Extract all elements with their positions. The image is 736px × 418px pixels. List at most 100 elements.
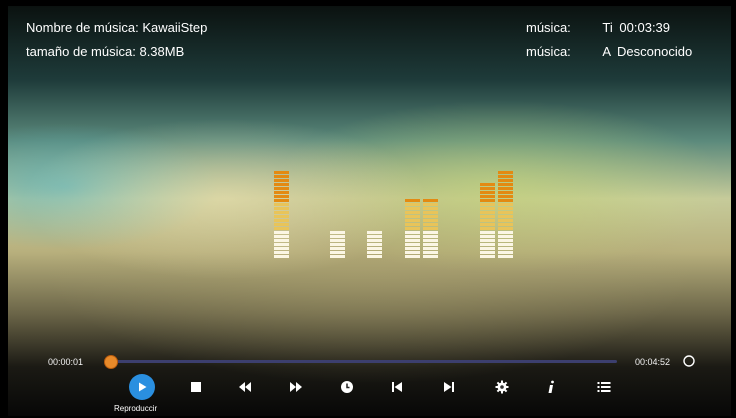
stop-button[interactable] [183, 374, 209, 400]
visualizer-segment [423, 243, 438, 246]
visualizer-segment [480, 223, 495, 226]
rewind-button[interactable] [232, 374, 258, 400]
visualizer-segment [480, 199, 495, 202]
visualizer-segment [405, 231, 420, 234]
visualizer-segment [274, 243, 289, 246]
visualizer-segment [274, 195, 289, 198]
visualizer-segment [274, 227, 289, 230]
visualizer-segment [405, 207, 420, 210]
track-name-value: KawaiiStep [142, 20, 208, 35]
progress-track[interactable] [112, 360, 617, 363]
visualizer-segment [274, 207, 289, 210]
track-duration-label: música: [526, 20, 571, 35]
visualizer-segment [498, 183, 513, 186]
progress-knob[interactable] [104, 355, 118, 369]
track-artist-prefix: A [602, 44, 611, 59]
visualizer-segment [274, 251, 289, 254]
current-time: 00:00:01 [48, 357, 84, 367]
clock-icon [341, 381, 353, 393]
visualizer-segment [480, 227, 495, 230]
visualizer-bar [423, 199, 438, 259]
repeat-button[interactable] [676, 348, 702, 374]
fast-forward-icon [290, 382, 302, 392]
visualizer-segment [480, 239, 495, 242]
visualizer-segment [498, 199, 513, 202]
visualizer-segment [274, 239, 289, 242]
visualizer-segment [423, 247, 438, 250]
visualizer-segment [423, 223, 438, 226]
visualizer-segment [405, 215, 420, 218]
next-track-button[interactable] [436, 374, 462, 400]
total-time: 00:04:52 [635, 357, 671, 367]
visualizer-segment [367, 243, 382, 246]
info-button[interactable] [538, 374, 564, 400]
visualizer-segment [480, 219, 495, 222]
gear-icon [495, 380, 509, 394]
stop-icon [191, 382, 201, 392]
visualizer-segment [274, 199, 289, 202]
visualizer-segment [367, 251, 382, 254]
visualizer-segment [274, 191, 289, 194]
playlist-button[interactable] [591, 374, 617, 400]
visualizer-segment [498, 223, 513, 226]
track-size-value: 8.38MB [139, 44, 185, 59]
visualizer-segment [367, 235, 382, 238]
track-size-info: tamaño de música: 8.38MB [26, 44, 184, 59]
visualizer-segment [330, 251, 345, 254]
track-size-label: tamaño de música: [26, 44, 136, 59]
sleep-timer-button[interactable] [334, 374, 360, 400]
visualizer-segment [405, 203, 420, 206]
visualizer-segment [367, 247, 382, 250]
visualizer-segment [405, 227, 420, 230]
visualizer-segment [498, 243, 513, 246]
visualizer-segment [423, 235, 438, 238]
visualizer-segment [405, 243, 420, 246]
visualizer-segment [498, 195, 513, 198]
visualizer-segment [330, 247, 345, 250]
visualizer-segment [480, 251, 495, 254]
play-button[interactable] [129, 374, 155, 400]
visualizer-segment [405, 247, 420, 250]
visualizer-segment [274, 179, 289, 182]
repeat-circle-icon [683, 355, 695, 367]
visualizer-segment [274, 175, 289, 178]
previous-track-button[interactable] [384, 374, 410, 400]
visualizer-bar [367, 231, 382, 259]
visualizer-segment [498, 235, 513, 238]
visualizer-segment [405, 251, 420, 254]
visualizer-segment [274, 211, 289, 214]
track-artist-info: música: A Desconocido [526, 44, 692, 59]
visualizer-segment [498, 171, 513, 174]
visualizer-bar [405, 199, 420, 259]
visualizer-segment [498, 231, 513, 234]
visualizer-segment [367, 231, 382, 234]
visualizer-segment [480, 215, 495, 218]
visualizer-segment [330, 255, 345, 258]
info-icon [548, 380, 554, 393]
playlist-icon [597, 382, 611, 392]
play-icon [139, 382, 147, 392]
visualizer-segment [480, 207, 495, 210]
visualizer-segment [498, 175, 513, 178]
visualizer-segment [405, 219, 420, 222]
track-name-info: Nombre de música: KawaiiStep [26, 20, 207, 35]
visualizer-segment [498, 215, 513, 218]
track-duration-value: 00:03:39 [619, 20, 671, 35]
visualizer-segment [274, 187, 289, 190]
play-button-label: Reproduccir [114, 404, 158, 413]
visualizer-segment [480, 191, 495, 194]
visualizer-segment [480, 203, 495, 206]
visualizer-segment [498, 203, 513, 206]
visualizer-segment [480, 183, 495, 186]
visualizer-segment [423, 251, 438, 254]
settings-button[interactable] [489, 374, 515, 400]
fast-forward-button[interactable] [283, 374, 309, 400]
visualizer-segment [405, 235, 420, 238]
visualizer-segment [405, 255, 420, 258]
visualizer-segment [498, 207, 513, 210]
visualizer-segment [274, 203, 289, 206]
visualizer-bar [498, 171, 513, 259]
visualizer-segment [274, 219, 289, 222]
visualizer-segment [274, 255, 289, 258]
visualizer-segment [498, 251, 513, 254]
